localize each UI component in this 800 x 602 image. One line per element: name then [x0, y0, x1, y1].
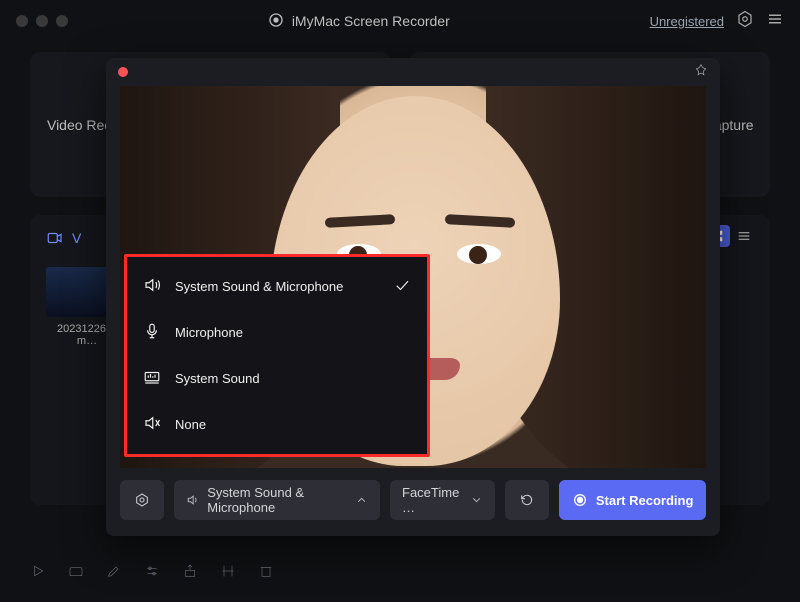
system-sound-icon	[143, 368, 161, 389]
list-view-button[interactable]	[732, 225, 756, 247]
speaker-icon	[186, 492, 199, 508]
record-circle-icon	[572, 492, 588, 508]
start-recording-label: Start Recording	[596, 493, 694, 508]
audio-source-menu: System Sound & Microphone Microphone Sys…	[124, 254, 430, 457]
audio-option-system-and-mic[interactable]: System Sound & Microphone	[127, 268, 427, 305]
app-title-text: iMyMac Screen Recorder	[292, 13, 450, 29]
audio-option-label: Microphone	[175, 325, 243, 340]
audio-option-label: System Sound	[175, 371, 260, 386]
play-icon[interactable]	[30, 563, 46, 584]
chevron-down-icon	[470, 492, 483, 508]
export-icon[interactable]	[182, 563, 198, 584]
undo-button[interactable]	[505, 480, 549, 520]
registration-status-link[interactable]: Unregistered	[650, 14, 724, 29]
speaker-waves-icon	[143, 276, 161, 297]
checkmark-icon	[393, 276, 411, 297]
start-recording-button[interactable]: Start Recording	[559, 480, 706, 520]
library-filter-label: V	[72, 230, 81, 246]
settings-gear-icon[interactable]	[736, 10, 754, 33]
edit-pencil-icon[interactable]	[106, 563, 122, 584]
pin-window-button[interactable]	[694, 63, 708, 82]
mute-icon	[143, 414, 161, 435]
folder-icon[interactable]	[68, 563, 84, 584]
audio-option-none[interactable]: None	[127, 406, 427, 443]
bottom-toolbar	[30, 563, 770, 584]
close-window-dot[interactable]	[16, 15, 28, 27]
record-target-icon	[268, 12, 284, 31]
minimize-window-dot[interactable]	[36, 15, 48, 27]
audio-option-system-sound[interactable]: System Sound	[127, 360, 427, 397]
audio-source-dropdown[interactable]: System Sound & Microphone	[174, 480, 380, 520]
zoom-window-dot[interactable]	[56, 15, 68, 27]
chevron-up-icon	[355, 492, 368, 508]
sliders-icon[interactable]	[144, 563, 160, 584]
window-titlebar: iMyMac Screen Recorder Unregistered	[0, 0, 800, 42]
microphone-icon	[143, 322, 161, 343]
hamburger-menu-icon[interactable]	[766, 10, 784, 33]
camera-source-label: FaceTime …	[402, 485, 462, 515]
app-title: iMyMac Screen Recorder	[68, 12, 650, 31]
trash-icon[interactable]	[258, 563, 274, 584]
recording-indicator-icon	[118, 67, 128, 77]
convert-icon[interactable]	[220, 563, 236, 584]
audio-source-label: System Sound & Microphone	[207, 485, 346, 515]
camera-source-dropdown[interactable]: FaceTime …	[390, 480, 495, 520]
audio-option-microphone[interactable]: Microphone	[127, 314, 427, 351]
window-traffic-lights[interactable]	[16, 15, 68, 27]
audio-option-label: None	[175, 417, 206, 432]
audio-option-label: System Sound & Microphone	[175, 279, 343, 294]
overlay-settings-button[interactable]	[120, 480, 164, 520]
